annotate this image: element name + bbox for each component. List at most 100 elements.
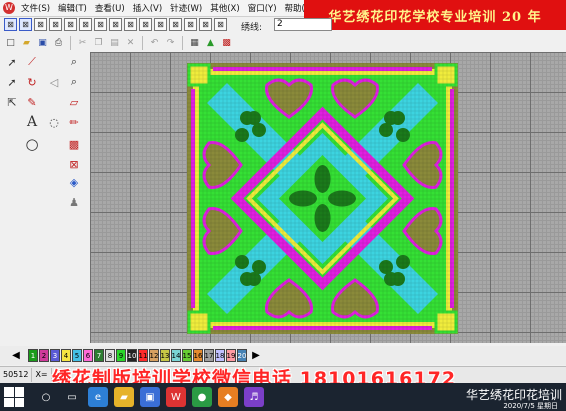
search-icon[interactable]: ○ <box>36 387 56 407</box>
color-swatch[interactable]: 3 <box>50 349 60 362</box>
grid-x-icon[interactable]: ⊠ <box>94 18 107 31</box>
open-folder-icon[interactable]: ▰ <box>20 37 33 50</box>
separator <box>70 36 71 50</box>
color-swatch[interactable]: 20 <box>237 349 247 362</box>
color-swatch[interactable]: 13 <box>160 349 170 362</box>
task-view-icon[interactable]: ▭ <box>62 387 82 407</box>
menu-edit[interactable]: 编辑(T) <box>54 2 91 14</box>
color-swatch[interactable]: 11 <box>138 349 148 362</box>
zoom-icon[interactable]: ⌕ <box>66 54 82 70</box>
eraser-icon[interactable]: ▱ <box>66 94 82 110</box>
text-icon[interactable]: A <box>24 114 40 130</box>
tray-date: 2020/7/5 星期日 <box>503 402 558 410</box>
tool-palette: ➚ ⟋ ⌕ ➚ ↻ ◁ ⌕ ⇱ ✎ ▱ A ◌ ✏ ○ ▩ ⊠ ◈ ♟ <box>0 52 90 343</box>
stitch-line-icon[interactable]: ⟋ <box>24 54 40 70</box>
color-swatch[interactable]: 15 <box>182 349 192 362</box>
paint-bucket-icon[interactable]: ◈ <box>66 174 82 190</box>
color-swatch[interactable]: 12 <box>149 349 159 362</box>
design-canvas[interactable] <box>90 52 566 343</box>
cross-pattern-icon[interactable]: ⊠ <box>66 156 82 172</box>
rotate-icon[interactable]: ↻ <box>24 74 40 90</box>
separator <box>182 36 183 50</box>
grid-x-icon[interactable]: ⊠ <box>64 18 77 31</box>
app-orange-icon[interactable]: ◆ <box>218 387 238 407</box>
menu-insert[interactable]: 插入(V) <box>129 2 166 14</box>
new-file-icon[interactable]: □ <box>4 37 17 50</box>
save-icon[interactable]: ▣ <box>36 37 49 50</box>
grid-x-icon[interactable]: ⊠ <box>109 18 122 31</box>
pattern-icon[interactable]: ▩ <box>220 37 233 50</box>
color-swatch[interactable]: 6 <box>83 349 93 362</box>
color-swatch[interactable]: 7 <box>94 349 104 362</box>
cut-icon[interactable]: ✂ <box>76 37 89 50</box>
folder-icon[interactable]: ▰ <box>114 387 134 407</box>
grid-icon[interactable]: ▦ <box>188 37 201 50</box>
redo-icon[interactable]: ↷ <box>164 37 177 50</box>
pointer-icon[interactable]: ➚ <box>4 74 20 90</box>
menu-window[interactable]: 窗口(Y) <box>244 2 281 14</box>
grid-x-icon[interactable]: ⊠ <box>19 18 32 31</box>
color-swatch[interactable]: 16 <box>193 349 203 362</box>
delete-icon[interactable]: ✕ <box>124 37 137 50</box>
copy-icon[interactable]: ❐ <box>92 37 105 50</box>
app-red-icon[interactable]: W <box>166 387 186 407</box>
grid-x-icon[interactable]: ⊠ <box>4 18 17 31</box>
separator <box>142 36 143 50</box>
color-palette-bar: ◀ 1 2 3 4 5 6 7 8 9 10 11 12 13 14 15 16 17 18 19 20 ▶ <box>0 346 566 365</box>
grid-x-icon[interactable]: ⊠ <box>139 18 152 31</box>
stitch-count: 50512 <box>0 368 33 382</box>
menu-view[interactable]: 查看(U) <box>91 2 129 14</box>
zoom-out-icon[interactable]: ⌕ <box>66 74 82 90</box>
menu-file[interactable]: 文件(S) <box>17 2 54 14</box>
chart-icon[interactable]: ▲ <box>204 37 217 50</box>
fill-tool-icon[interactable]: ✎ <box>24 94 40 110</box>
grid-x-icon[interactable]: ⊠ <box>199 18 212 31</box>
color-swatch[interactable]: 4 <box>61 349 71 362</box>
swatch-list: 1 2 3 4 5 6 7 8 9 10 11 12 13 14 15 16 17 18 19 20 <box>28 349 248 362</box>
app-purple-icon[interactable]: ♬ <box>244 387 264 407</box>
color-swatch[interactable]: 10 <box>127 349 137 362</box>
pencil-icon[interactable]: ✏ <box>66 114 82 130</box>
edge-icon[interactable]: e <box>88 387 108 407</box>
grid-x-icon[interactable]: ⊠ <box>34 18 47 31</box>
color-swatch[interactable]: 5 <box>72 349 82 362</box>
menu-stitch[interactable]: 针迹(W) <box>166 2 206 14</box>
undo-icon[interactable]: ↶ <box>148 37 161 50</box>
stitch-field[interactable]: 2 <box>274 18 332 31</box>
menu-other[interactable]: 其他(X) <box>206 2 243 14</box>
select-arrow-icon[interactable]: ➚ <box>4 54 20 70</box>
grid-x-icon[interactable]: ⊠ <box>124 18 137 31</box>
lasso-icon[interactable]: ◌ <box>46 114 62 130</box>
palette-right-arrow-icon[interactable]: ▶ <box>248 349 264 363</box>
grid-x-icon[interactable]: ⊠ <box>169 18 182 31</box>
print-icon[interactable]: ⎙ <box>52 37 65 50</box>
app-icon[interactable]: W <box>3 2 15 14</box>
grid-x-icon[interactable]: ⊠ <box>214 18 227 31</box>
stamp-icon[interactable]: ♟ <box>66 194 82 210</box>
toolbar-row-2: □ ▰ ▣ ⎙ ✂ ❐ ▤ ✕ ↶ ↷ ▦ ▲ ▩ <box>0 34 566 53</box>
color-swatch[interactable]: 8 <box>105 349 115 362</box>
app-green-icon[interactable]: ● <box>192 387 212 407</box>
stitch-label: 绣线: <box>241 23 263 33</box>
direction-icon[interactable]: ◁ <box>46 74 62 90</box>
node-icon[interactable]: ⇱ <box>4 94 20 110</box>
promo-banner: 华艺绣花印花学校专业培训 20 年 <box>304 0 566 30</box>
color-swatch[interactable]: 2 <box>39 349 49 362</box>
color-swatch[interactable]: 1 <box>28 349 38 362</box>
grid-x-icon[interactable]: ⊠ <box>79 18 92 31</box>
windows-start-icon[interactable] <box>4 387 24 407</box>
grid-x-icon[interactable]: ⊠ <box>49 18 62 31</box>
circle-icon[interactable]: ○ <box>24 135 40 153</box>
paste-icon[interactable]: ▤ <box>108 37 121 50</box>
color-swatch[interactable]: 17 <box>204 349 214 362</box>
color-swatch[interactable]: 19 <box>226 349 236 362</box>
color-swatch[interactable]: 18 <box>215 349 225 362</box>
palette-left-arrow-icon[interactable]: ◀ <box>8 349 24 363</box>
embroidery-pattern <box>187 63 458 334</box>
color-swatch[interactable]: 9 <box>116 349 126 362</box>
grid-x-icon[interactable]: ⊠ <box>154 18 167 31</box>
cross-stitch-icon[interactable]: ▩ <box>66 136 82 152</box>
color-swatch[interactable]: 14 <box>171 349 181 362</box>
store-icon[interactable]: ▣ <box>140 387 160 407</box>
grid-x-icon[interactable]: ⊠ <box>184 18 197 31</box>
